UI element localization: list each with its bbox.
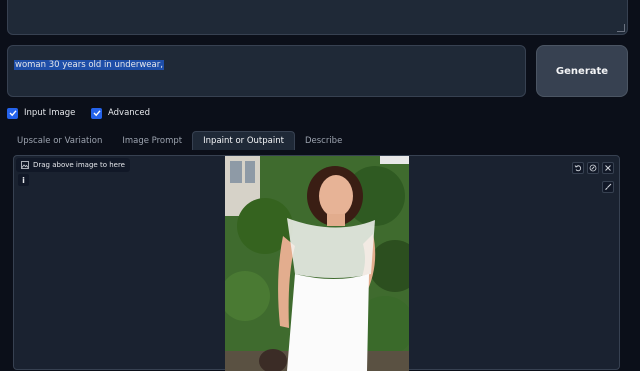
- clear-button[interactable]: [602, 162, 614, 174]
- edit-button[interactable]: [587, 162, 599, 174]
- image-icon: [21, 161, 29, 169]
- advanced-label: Advanced: [108, 108, 150, 118]
- brush-button[interactable]: [602, 181, 614, 193]
- check-icon: [93, 110, 101, 117]
- advanced-option[interactable]: Advanced: [91, 106, 150, 120]
- tab-inpaint-or-outpaint[interactable]: Inpaint or Outpaint: [192, 131, 295, 150]
- output-textarea[interactable]: [7, 0, 628, 35]
- tab-describe[interactable]: Describe: [295, 131, 352, 150]
- tab-upscale-or-variation[interactable]: Upscale or Variation: [7, 131, 112, 150]
- prompt-text: woman 30 years old in underwear,: [14, 60, 164, 70]
- inpaint-image-panel[interactable]: Drag above image to here i: [13, 155, 620, 371]
- undo-button[interactable]: [572, 162, 584, 174]
- input-photo[interactable]: [225, 156, 409, 371]
- input-image-option[interactable]: Input Image: [7, 106, 75, 120]
- info-button[interactable]: i: [18, 174, 29, 186]
- generate-button[interactable]: Generate: [536, 45, 628, 97]
- input-image-label: Input Image: [24, 108, 76, 118]
- resize-handle[interactable]: [617, 24, 625, 32]
- drag-hint: Drag above image to here: [16, 158, 130, 172]
- edit-icon: [589, 164, 597, 172]
- drag-hint-text: Drag above image to here: [33, 161, 125, 169]
- undo-icon: [574, 165, 582, 172]
- advanced-checkbox[interactable]: [91, 107, 102, 119]
- close-icon: [605, 165, 611, 171]
- check-icon: [9, 110, 17, 117]
- brush-icon: [605, 183, 612, 190]
- prompt-input[interactable]: woman 30 years old in underwear,: [7, 45, 526, 97]
- tab-image-prompt[interactable]: Image Prompt: [112, 131, 192, 150]
- input-image-checkbox[interactable]: [7, 107, 18, 119]
- image-tabs: Upscale or Variation Image Prompt Inpain…: [7, 130, 352, 150]
- photo-image: [225, 156, 409, 371]
